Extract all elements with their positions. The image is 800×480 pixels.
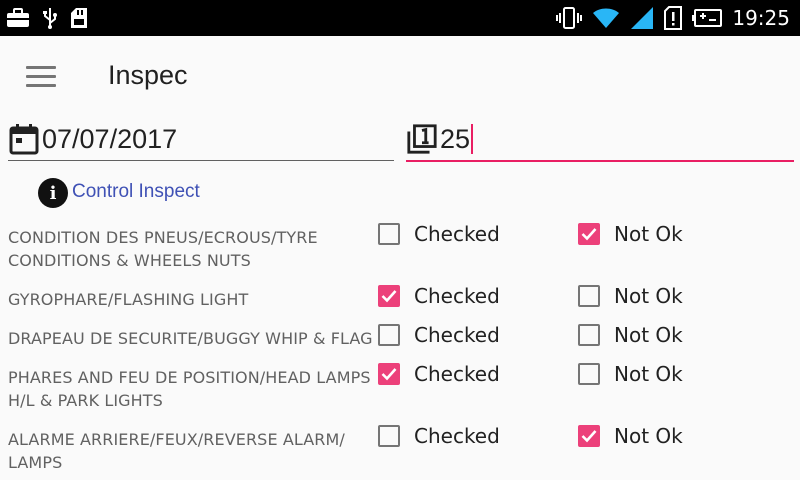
- number-value: 25: [440, 123, 471, 154]
- checkbox-box[interactable]: [378, 363, 400, 385]
- not-ok-label: Not Ok: [614, 284, 683, 308]
- checklist-item-label: GYROPHARE/FLASHING LIGHT: [8, 290, 249, 309]
- text-cursor: [471, 124, 474, 154]
- checkbox-box[interactable]: [578, 425, 600, 447]
- not-ok-label: Not Ok: [614, 323, 683, 347]
- not-ok-label: Not Ok: [614, 222, 683, 246]
- status-time: 19:25: [732, 6, 790, 30]
- checklist-item-label: DRAPEAU DE SECURITE/BUGGY WHIP & FLAG: [8, 329, 373, 348]
- control-inspect-link[interactable]: Control Inspect: [72, 181, 200, 203]
- status-bar: 19:25: [0, 0, 800, 36]
- checked-checkbox[interactable]: Checked: [378, 424, 500, 448]
- checkbox-box[interactable]: [378, 324, 400, 346]
- filter-1-icon: [406, 122, 438, 156]
- not-ok-checkbox[interactable]: Not Ok: [578, 424, 683, 448]
- checkbox-box[interactable]: [378, 223, 400, 245]
- checkbox-box[interactable]: [578, 363, 600, 385]
- battery-icon: [692, 8, 723, 28]
- number-field[interactable]: 25: [406, 118, 794, 162]
- checkbox-box[interactable]: [578, 223, 600, 245]
- not-ok-checkbox[interactable]: Not Ok: [578, 323, 683, 347]
- checked-label: Checked: [414, 424, 500, 448]
- signal-icon: [630, 6, 654, 30]
- checked-label: Checked: [414, 222, 500, 246]
- checked-checkbox[interactable]: Checked: [378, 222, 500, 246]
- checked-label: Checked: [414, 362, 500, 386]
- date-field[interactable]: 07/07/2017: [8, 118, 394, 161]
- not-ok-label: Not Ok: [614, 362, 683, 386]
- usb-icon: [42, 7, 58, 29]
- app-bar: Inspec: [0, 36, 800, 120]
- sd-card-icon: [70, 7, 88, 29]
- checked-checkbox[interactable]: Checked: [378, 284, 500, 308]
- checked-label: Checked: [414, 284, 500, 308]
- page-title: Inspec: [108, 60, 188, 90]
- wifi-icon: [592, 7, 620, 29]
- vibrate-icon: [556, 6, 583, 30]
- checked-label: Checked: [414, 323, 500, 347]
- not-ok-label: Not Ok: [614, 424, 683, 448]
- control-inspect-row[interactable]: i Control Inspect: [38, 176, 200, 208]
- checkbox-box[interactable]: [378, 285, 400, 307]
- calendar-icon[interactable]: [8, 122, 40, 156]
- not-ok-checkbox[interactable]: Not Ok: [578, 222, 683, 246]
- checkbox-box[interactable]: [378, 425, 400, 447]
- checklist-item-label: PHARES AND FEU DE POSITION/HEAD LAMPS H/…: [8, 368, 371, 410]
- not-ok-checkbox[interactable]: Not Ok: [578, 284, 683, 308]
- checkbox-box[interactable]: [578, 285, 600, 307]
- checked-checkbox[interactable]: Checked: [378, 362, 500, 386]
- checklist-item-label: CONDITION DES PNEUS/ECROUS/TYRE CONDITIO…: [8, 228, 318, 270]
- date-value: 07/07/2017: [42, 123, 178, 154]
- briefcase-icon: [6, 8, 30, 28]
- checkbox-box[interactable]: [578, 324, 600, 346]
- not-ok-checkbox[interactable]: Not Ok: [578, 362, 683, 386]
- checklist-item-label: ALARME ARRIERE/FEUX/REVERSE ALARM/ LAMPS: [8, 430, 345, 472]
- checked-checkbox[interactable]: Checked: [378, 323, 500, 347]
- info-icon: i: [38, 178, 68, 208]
- menu-icon[interactable]: [26, 66, 58, 90]
- alert-icon: [664, 6, 683, 30]
